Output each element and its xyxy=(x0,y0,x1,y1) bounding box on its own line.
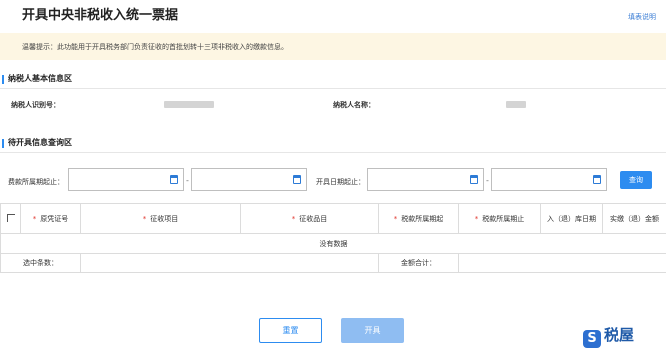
taxpayer-id-label: 纳税人识别号： xyxy=(11,101,60,109)
summary-row: 选中条数： 金额合计： xyxy=(0,253,666,273)
selected-count-value xyxy=(80,253,379,273)
total-amount-label: 金额合计： xyxy=(378,253,459,273)
period-separator: - xyxy=(186,176,189,185)
taxpayer-id-value-redacted xyxy=(164,101,214,108)
query-section-heading: 待开具信息查询区 xyxy=(0,137,666,153)
notice-banner: 温馨提示：此功能用于开具税务部门负责征收的首批划转十三项非税收入的缴款信息。 xyxy=(0,33,666,60)
select-all-checkbox[interactable] xyxy=(6,213,15,222)
column-header: * 税款所属期止 xyxy=(458,203,541,234)
issue-date-start-input[interactable] xyxy=(367,168,484,191)
logo-icon: S xyxy=(583,330,601,348)
empty-message: 没有数据 xyxy=(0,233,666,254)
calendar-icon[interactable] xyxy=(293,175,301,184)
column-header: * 税款所属期起 xyxy=(378,203,459,234)
calendar-icon[interactable] xyxy=(170,175,178,184)
column-header: 实缴（退）金额 xyxy=(602,203,666,234)
logo-text: 税屋 xyxy=(604,326,635,344)
selected-count-label: 选中条数： xyxy=(0,253,81,273)
page-title: 开具中央非税收入统一票据 xyxy=(22,8,179,23)
query-button[interactable]: 查询 xyxy=(620,171,652,189)
issue-date-label: 开具日期起止： xyxy=(316,178,365,186)
column-header: * 征收品目 xyxy=(240,203,379,234)
empty-row: 没有数据 xyxy=(0,233,666,254)
taxpayer-section-heading: 纳税人基本信息区 xyxy=(0,73,666,89)
taxpayer-name-value-redacted xyxy=(506,101,526,108)
issue-date-separator: - xyxy=(486,176,489,185)
fill-instructions-link[interactable]: 填表说明 xyxy=(628,12,656,22)
invoice-table: * 原凭证号 * 征收项目 * 征收品目 * 税款所属期起 * 税款所属期止 入（退）库日… xyxy=(0,203,666,273)
reset-button[interactable]: 重置 xyxy=(259,318,322,343)
calendar-icon[interactable] xyxy=(470,175,478,184)
period-start-input[interactable] xyxy=(68,168,184,191)
column-header: * 征收项目 xyxy=(80,203,241,234)
column-header: 入（退）库日期 xyxy=(540,203,603,234)
table-header-row: * 原凭证号 * 征收项目 * 征收品目 * 税款所属期起 * 税款所属期止 入（退）库日… xyxy=(0,203,666,234)
period-label: 费款所属期起止： xyxy=(8,178,64,186)
issue-button[interactable]: 开具 xyxy=(341,318,404,343)
column-header: * 原凭证号 xyxy=(20,203,81,234)
total-amount-value xyxy=(458,253,666,273)
period-end-input[interactable] xyxy=(191,168,307,191)
issue-date-end-input[interactable] xyxy=(491,168,607,191)
calendar-icon[interactable] xyxy=(593,175,601,184)
taxpayer-name-label: 纳税人名称： xyxy=(333,101,375,109)
select-all-cell[interactable] xyxy=(0,203,21,234)
brand-logo: S 税屋 xyxy=(583,324,634,348)
